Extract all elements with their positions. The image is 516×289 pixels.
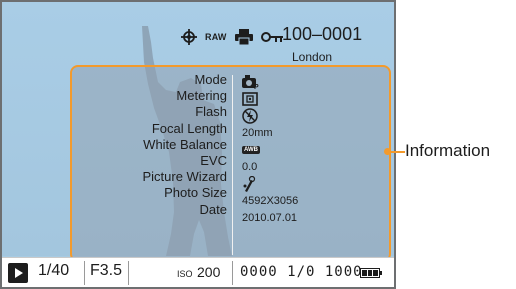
info-divider (232, 75, 233, 255)
label-mode: Mode (194, 72, 227, 87)
white-balance-value: AWB (242, 141, 298, 158)
picture-wizard-icon (242, 175, 298, 192)
information-panel: Mode Metering Flash Focal Length White B… (70, 65, 391, 262)
information-callout-label: Information (405, 141, 491, 160)
flash-off-icon (242, 107, 298, 124)
info-labels: Mode Metering Flash Focal Length White B… (72, 72, 227, 218)
status-icons: RAW (181, 27, 291, 47)
status-divider (128, 261, 129, 285)
date-value: 2010.07.01 (242, 211, 298, 224)
image-counter: 0000 1/0 1000 (240, 264, 363, 280)
svg-text:P: P (254, 84, 259, 89)
metering-icon (242, 90, 298, 107)
aperture-value: F3.5 (90, 262, 123, 279)
iso-label: ISO (177, 269, 193, 279)
print-icon (234, 29, 253, 45)
evc-value: 0.0 (242, 160, 258, 173)
photo-size-value: 4592X3056 (242, 194, 299, 207)
playback-icon[interactable] (8, 263, 28, 283)
label-evc: EVC (200, 153, 227, 169)
shutter-speed: 1/40 (38, 262, 70, 279)
label-flash: Flash (195, 104, 227, 120)
raw-icon: RAW (205, 32, 227, 42)
gps-icon (181, 29, 197, 45)
awb-badge: AWB (242, 145, 260, 154)
status-divider (84, 261, 85, 285)
label-metering: Metering (176, 88, 227, 104)
camera-screen: RAW 100–0001 London Mode Metering Flash … (0, 0, 396, 289)
label-date: Date (199, 201, 227, 217)
iso-value: 200 (197, 264, 221, 280)
label-focal-length: Focal Length (151, 120, 227, 136)
battery-icon (360, 268, 380, 278)
battery-tip (380, 271, 382, 275)
location-label: London (292, 50, 333, 64)
label-picture-wizard: Picture Wizard (142, 169, 227, 185)
label-photo-size: Photo Size (164, 185, 227, 201)
callout-dot (384, 148, 391, 155)
status-divider (232, 261, 233, 285)
focal-length-value: 20mm (242, 126, 273, 139)
camera-program-icon: P (242, 73, 298, 90)
info-values: P 20mm AWB 0.0 4592X3056 2010.07.01 (242, 73, 298, 226)
protect-key-icon (260, 31, 283, 43)
status-bar: 1/40 F3.5 ISO 200 0000 1/0 1000 (2, 257, 394, 287)
label-white-balance: White Balance (143, 136, 227, 152)
file-number: 100–0001 (282, 24, 363, 44)
